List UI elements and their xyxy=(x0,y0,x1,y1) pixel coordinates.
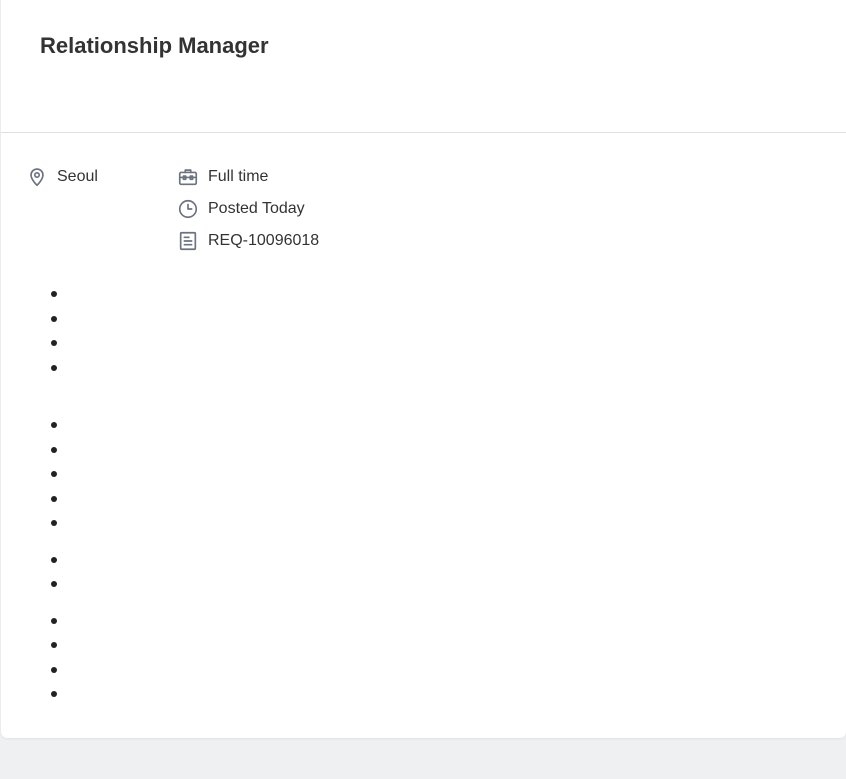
job-title: Relationship Manager xyxy=(40,33,269,58)
list-item xyxy=(51,422,57,428)
list-item xyxy=(51,291,57,297)
list-item xyxy=(51,618,57,624)
list-item xyxy=(51,447,57,453)
list-item xyxy=(51,520,57,526)
list-item xyxy=(51,667,57,673)
list-item xyxy=(51,557,57,563)
job-posted: Posted Today xyxy=(176,197,305,221)
list-item xyxy=(51,581,57,587)
list-item xyxy=(51,316,57,322)
job-posted-text: Posted Today xyxy=(208,200,305,217)
list-item xyxy=(51,365,57,371)
list-item xyxy=(51,340,57,346)
list-item xyxy=(51,471,57,477)
list-item xyxy=(51,496,57,502)
job-location-text: Seoul xyxy=(57,168,98,185)
briefcase-icon xyxy=(176,165,200,189)
list-item xyxy=(51,691,57,697)
job-header: Relationship Manager xyxy=(1,0,846,133)
clock-icon xyxy=(176,197,200,221)
job-location: Seoul xyxy=(25,165,98,189)
job-detail-card: Relationship Manager Seoul Full time Pos… xyxy=(1,0,846,738)
list-item xyxy=(51,642,57,648)
job-employment-type: Full time xyxy=(176,165,268,189)
job-requisition-id-text: REQ-10096018 xyxy=(208,232,320,249)
document-icon xyxy=(176,229,200,253)
job-requisition-id: REQ-10096018 xyxy=(176,229,319,253)
job-employment-type-text: Full time xyxy=(208,168,269,185)
location-pin-icon xyxy=(25,165,49,189)
